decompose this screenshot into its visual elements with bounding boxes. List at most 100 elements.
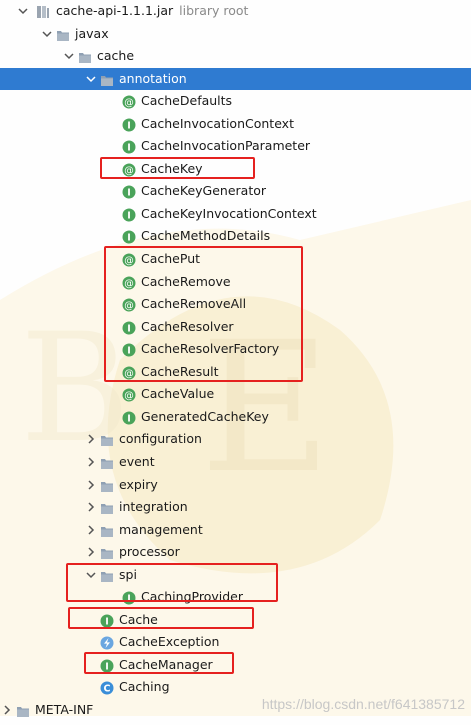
- annotation-icon: @: [122, 387, 136, 402]
- tree-item-label: CacheRemove: [141, 273, 231, 289]
- svg-text:I: I: [127, 346, 131, 357]
- tree-item-label: CacheMethodDetails: [141, 228, 271, 244]
- tree-item-generatedcachekey[interactable]: I GeneratedCacheKey: [0, 406, 471, 428]
- tree-item-integration[interactable]: integration: [0, 496, 471, 518]
- tree-item-label: CacheRemoveAll: [141, 296, 247, 312]
- svg-text:I: I: [127, 210, 131, 221]
- tree-item-label: annotation: [119, 70, 187, 86]
- package-folder-icon: [100, 455, 114, 469]
- package-folder-icon: [100, 478, 114, 492]
- tree-item-cacheresolver[interactable]: I CacheResolver: [0, 316, 471, 338]
- svg-text:I: I: [127, 323, 131, 334]
- chevron-right-icon[interactable]: [84, 474, 98, 496]
- root-label: cache-api-1.1.1.jar library root: [56, 3, 249, 18]
- svg-text:I: I: [127, 120, 131, 131]
- chevron-right-icon[interactable]: [84, 519, 98, 541]
- tree-item-label: GeneratedCacheKey: [141, 408, 269, 424]
- interface-icon: I: [100, 658, 114, 672]
- chevron-down-icon[interactable]: [84, 68, 98, 90]
- tree-item-label: processor: [119, 544, 180, 560]
- tree-item-cachevalue[interactable]: @ CacheValue: [0, 383, 471, 405]
- tree-item-annotation[interactable]: annotation: [0, 67, 471, 90]
- tree-item-label: CacheException: [119, 634, 220, 650]
- interface-icon: I: [100, 613, 114, 627]
- tree-item-label: Caching: [119, 679, 170, 695]
- tree-item-label: Cache: [119, 611, 158, 627]
- tree-item-cacheresolverfactory[interactable]: I CacheResolverFactory: [0, 338, 471, 360]
- tree-item-configuration[interactable]: configuration: [0, 428, 471, 450]
- tree-item-label: event: [119, 453, 155, 469]
- svg-text:@: @: [124, 278, 134, 289]
- tree-item-cachemethoddetails[interactable]: I CacheMethodDetails: [0, 225, 471, 247]
- interface-icon: I: [122, 184, 136, 199]
- svg-text:I: I: [127, 188, 131, 199]
- svg-text:@: @: [124, 97, 134, 108]
- chevron-right-icon[interactable]: [84, 451, 98, 473]
- tree-item-label: CacheResolver: [141, 318, 234, 334]
- chevron-right-icon[interactable]: [84, 428, 98, 450]
- package-folder-icon: [100, 500, 114, 515]
- svg-text:@: @: [124, 391, 134, 402]
- svg-text:I: I: [127, 233, 131, 244]
- svg-text:C: C: [104, 684, 111, 695]
- chevron-right-icon[interactable]: [84, 496, 98, 518]
- annotation-icon: @: [122, 275, 136, 290]
- package-folder-icon: [78, 49, 92, 64]
- tree-item-label: CacheManager: [119, 656, 213, 672]
- chevron-right-icon[interactable]: [0, 699, 14, 721]
- svg-text:I: I: [105, 661, 109, 672]
- interface-icon: I: [122, 229, 136, 244]
- svg-text:@: @: [124, 255, 134, 266]
- package-folder-icon: [100, 568, 114, 582]
- annotation-icon: @: [122, 162, 136, 177]
- chevron-down-icon[interactable]: [40, 23, 54, 45]
- tree-item-expiry[interactable]: expiry: [0, 474, 471, 496]
- svg-text:I: I: [127, 413, 131, 424]
- tree-item-cachemanager[interactable]: I CacheManager: [0, 654, 471, 676]
- tree-item-cachingprovider[interactable]: I CachingProvider: [0, 586, 471, 608]
- tree-item-management[interactable]: management: [0, 519, 471, 541]
- tree-item-cacheinvocationcontext[interactable]: I CacheInvocationContext: [0, 113, 471, 135]
- exception-class-icon: [100, 635, 114, 650]
- tree-item-label: CacheKeyInvocationContext: [141, 205, 317, 221]
- interface-icon: I: [122, 590, 136, 605]
- tree-item-label: management: [119, 521, 203, 537]
- tree-item-spi[interactable]: spi: [0, 564, 471, 586]
- chevron-down-icon[interactable]: [16, 0, 30, 22]
- tree-item-cachekeyinvocationcontext[interactable]: I CacheKeyInvocationContext: [0, 203, 471, 225]
- tree-item-processor[interactable]: processor: [0, 541, 471, 563]
- class-icon: C: [100, 680, 114, 695]
- tree-item-cacheinvocationparameter[interactable]: I CacheInvocationParameter: [0, 135, 471, 157]
- svg-text:I: I: [105, 616, 109, 627]
- package-folder-icon: [56, 27, 70, 41]
- tree-item-cachekey[interactable]: @ CacheKey: [0, 158, 471, 180]
- annotation-icon: @: [122, 365, 136, 380]
- tree-item-label: CacheInvocationContext: [141, 115, 294, 131]
- tree-item-cacheremove[interactable]: @ CacheRemove: [0, 271, 471, 293]
- tree-item-cacheresult[interactable]: @ CacheResult: [0, 361, 471, 383]
- interface-icon: I: [122, 410, 136, 424]
- interface-icon: I: [122, 320, 136, 334]
- tree-item-cacheput[interactable]: @ CachePut: [0, 248, 471, 270]
- tree-item-cache[interactable]: I Cache: [0, 609, 471, 631]
- interface-icon: I: [122, 117, 136, 131]
- tree-item-label: integration: [119, 499, 188, 515]
- chevron-right-icon[interactable]: [84, 541, 98, 563]
- tree-item-label: expiry: [119, 476, 158, 492]
- tree-item-label: CacheKeyGenerator: [141, 183, 267, 199]
- chevron-down-icon[interactable]: [84, 564, 98, 586]
- chevron-down-icon[interactable]: [62, 45, 76, 67]
- tree-item-cacheexception[interactable]: CacheException: [0, 631, 471, 653]
- tree-item-label: configuration: [119, 431, 202, 447]
- svg-text:@: @: [124, 368, 134, 379]
- tree-item-cachekeygenerator[interactable]: I CacheKeyGenerator: [0, 180, 471, 202]
- tree-item-event[interactable]: event: [0, 451, 471, 473]
- tree-item-cachedefaults[interactable]: @ CacheDefaults: [0, 90, 471, 112]
- tree-item-cacheremoveall[interactable]: @ CacheRemoveAll: [0, 293, 471, 315]
- tree-item-javax[interactable]: javax: [0, 23, 471, 45]
- tree-row-root[interactable]: cache-api-1.1.1.jar library root: [0, 0, 471, 22]
- tree-item-label: spi: [119, 566, 137, 582]
- tree-item-label: cache: [97, 48, 135, 64]
- svg-text:I: I: [127, 594, 131, 605]
- tree-item-cache[interactable]: cache: [0, 45, 471, 67]
